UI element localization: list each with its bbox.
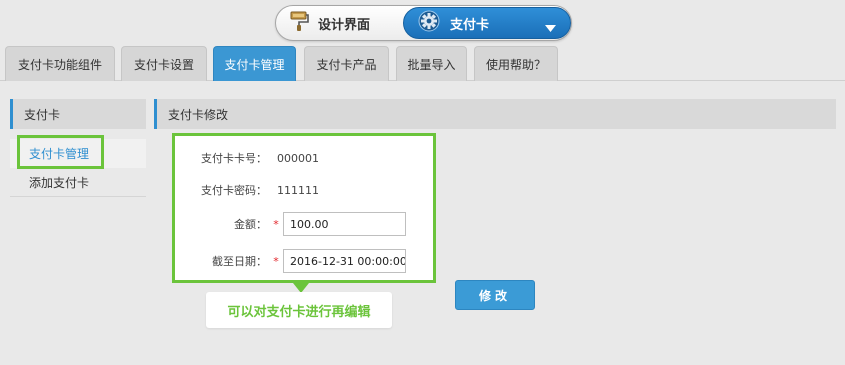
card-number-label: 支付卡卡号： (201, 152, 267, 165)
amount-label: 金额： (234, 218, 267, 231)
expiry-label: 截至日期： (212, 255, 267, 268)
card-password-label: 支付卡密码： (201, 184, 267, 197)
page-title: 支付卡修改 (154, 99, 836, 129)
mode-switcher: 设计界面 支付卡 (275, 5, 572, 41)
tab-card-management[interactable]: 支付卡管理 (213, 46, 296, 81)
required-mark: * (273, 254, 279, 268)
card-mode-dropdown[interactable]: 支付卡 (403, 7, 571, 39)
design-mode-button[interactable]: 设计界面 (290, 6, 370, 40)
expiry-input[interactable] (283, 249, 406, 273)
paint-roller-icon (290, 10, 310, 36)
card-mode-label: 支付卡 (450, 17, 490, 33)
amount-row: 金额： * (175, 211, 433, 237)
card-password-row: 支付卡密码： 111111 (175, 177, 433, 203)
tab-bar: 支付卡功能组件 支付卡设置 支付卡管理 支付卡产品 批量导入 使用帮助？ (0, 46, 845, 81)
tab-help[interactable]: 使用帮助？ (474, 46, 558, 81)
caret-down-icon (545, 21, 556, 36)
gear-icon (418, 10, 440, 36)
tab-card-products[interactable]: 支付卡产品 (304, 46, 389, 81)
tab-batch-import[interactable]: 批量导入 (396, 46, 467, 81)
card-password-value: 111111 (277, 183, 319, 197)
sidebar-item-add-card[interactable]: 添加支付卡 (10, 168, 146, 197)
card-number-row: 支付卡卡号： 000001 (175, 145, 433, 171)
modify-button[interactable]: 修改 (455, 280, 535, 310)
sidebar-title: 支付卡 (10, 99, 146, 129)
tab-card-components[interactable]: 支付卡功能组件 (5, 46, 115, 81)
tab-card-settings[interactable]: 支付卡设置 (121, 46, 207, 81)
expiry-row: 截至日期： * (175, 248, 433, 274)
amount-input[interactable] (283, 212, 406, 236)
edit-card-form: 支付卡卡号： 000001 支付卡密码： 111111 金额： * 截至日期： … (172, 133, 436, 283)
required-mark: * (273, 217, 279, 231)
design-mode-label: 设计界面 (318, 17, 371, 33)
card-number-value: 000001 (277, 151, 319, 165)
sidebar-item-card-management[interactable]: 支付卡管理 (10, 139, 146, 168)
edit-tip-callout: 可以对支付卡进行再编辑 (206, 292, 392, 328)
